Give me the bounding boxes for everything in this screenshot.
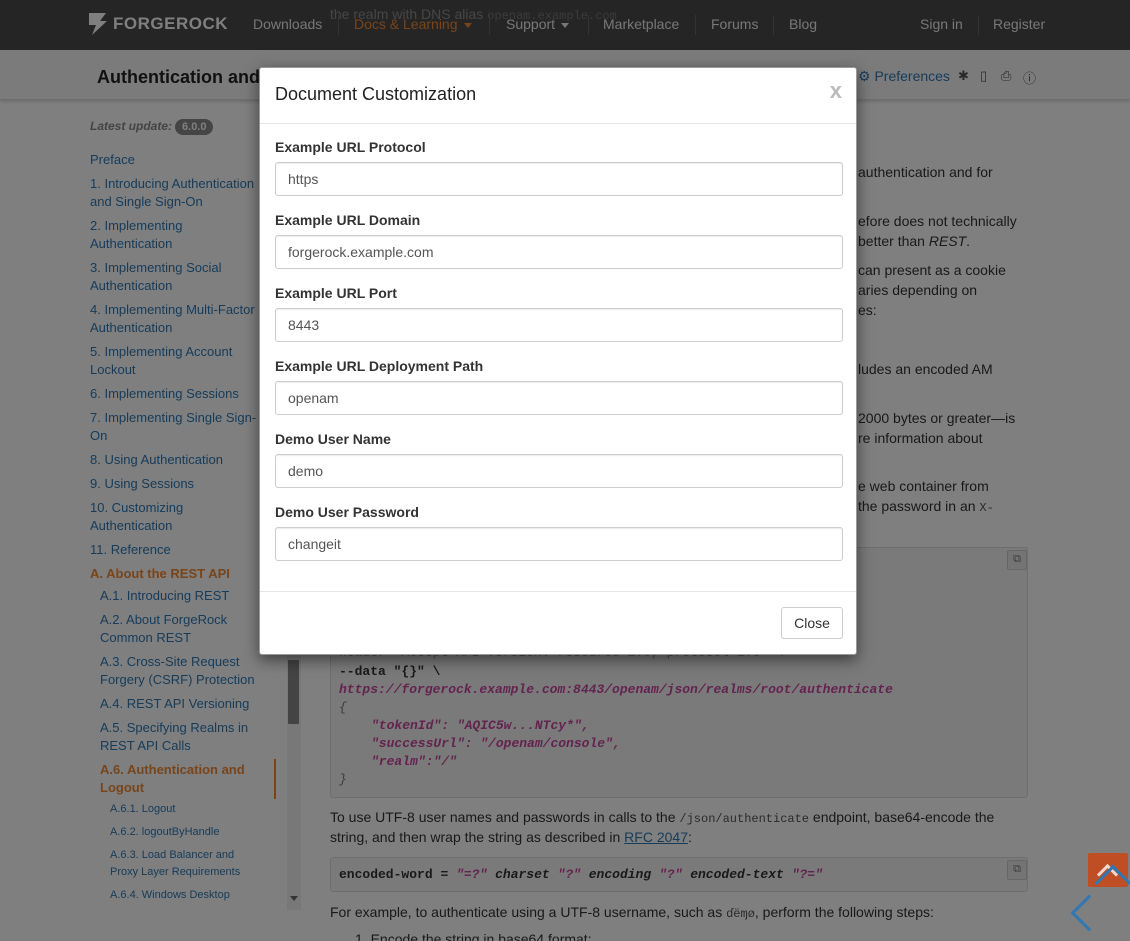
dialog-divider [260,591,856,592]
field-label-port: Example URL Port [275,285,397,301]
field-label-user-password: Demo User Password [275,504,419,520]
user-password-input[interactable] [275,527,843,561]
user-name-input[interactable] [275,454,843,488]
dialog-title: Document Customization [275,84,477,104]
protocol-input[interactable] [275,162,843,196]
field-label-user-name: Demo User Name [275,431,391,447]
close-icon[interactable]: x [830,78,842,104]
close-button[interactable]: Close [781,607,843,639]
port-input[interactable] [275,308,843,342]
domain-input[interactable] [275,235,843,269]
dialog-divider [260,123,856,124]
document-customization-dialog: Document Customization x Example URL Pro… [259,67,857,655]
field-label-protocol: Example URL Protocol [275,139,426,155]
deployment-path-input[interactable] [275,381,843,415]
field-label-domain: Example URL Domain [275,212,421,228]
field-label-deployment-path: Example URL Deployment Path [275,358,484,374]
